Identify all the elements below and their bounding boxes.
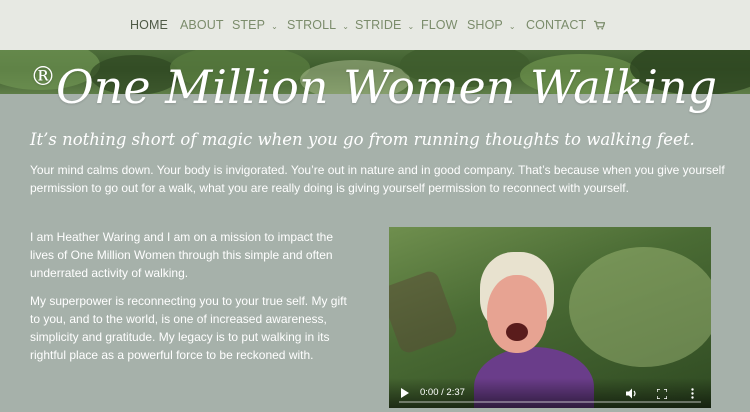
nav-label: ABOUT [180, 18, 224, 32]
intro-paragraph: Your mind calms down. Your body is invig… [30, 163, 725, 195]
cart-button[interactable] [594, 0, 605, 50]
hero-title-text: One Million Women Walking [56, 60, 718, 114]
nav-label: HOME [130, 18, 168, 32]
nav-label: STRIDE [355, 18, 402, 32]
registered-mark: ® [30, 62, 56, 92]
nav-item-stroll[interactable]: STROLL ⌄ [287, 0, 349, 50]
tagline: It’s nothing short of magic when you go … [30, 130, 695, 149]
top-navigation: HOME ABOUT STEP ⌄ STROLL ⌄ STRIDE ⌄ FLOW… [0, 0, 750, 50]
fullscreen-icon[interactable] [657, 389, 667, 399]
nav-label: STEP [232, 18, 266, 32]
nav-label: FLOW [421, 18, 458, 32]
chevron-down-icon: ⌄ [342, 21, 350, 31]
nav-item-stride[interactable]: STRIDE ⌄ [355, 0, 414, 50]
mission-paragraph: I am Heather Waring and I am on a missio… [30, 230, 334, 280]
nav-item-flow[interactable]: FLOW [421, 0, 458, 50]
video-progress-bar[interactable] [399, 401, 701, 403]
video-foliage-highlight [569, 247, 711, 367]
nav-item-home[interactable]: HOME [130, 0, 168, 50]
video-time: 0:00 / 2:37 [420, 387, 465, 398]
more-options-icon[interactable] [691, 388, 694, 399]
chevron-down-icon: ⌄ [508, 21, 516, 31]
volume-icon[interactable] [626, 388, 638, 399]
shopping-cart-icon [594, 20, 605, 30]
chevron-down-icon: ⌄ [271, 21, 278, 31]
chevron-down-icon: ⌄ [407, 21, 415, 31]
superpower-paragraph: My superpower is reconnecting you to you… [30, 294, 347, 362]
play-icon[interactable] [401, 388, 409, 398]
nav-label: STROLL [287, 18, 337, 32]
video-player[interactable]: 0:00 / 2:37 [389, 227, 711, 408]
video-person-face [487, 275, 547, 353]
nav-label: SHOP [467, 18, 503, 32]
nav-item-contact[interactable]: CONTACT [526, 0, 586, 50]
hero-title: ®One Million Women Walking [30, 60, 717, 114]
nav-label: CONTACT [526, 18, 587, 32]
nav-item-step[interactable]: STEP ⌄ [232, 0, 278, 50]
video-person-mouth [506, 323, 528, 341]
video-controls-bar: 0:00 / 2:37 [389, 378, 711, 408]
nav-item-shop[interactable]: SHOP ⌄ [467, 0, 516, 50]
nav-item-about[interactable]: ABOUT [180, 0, 224, 50]
